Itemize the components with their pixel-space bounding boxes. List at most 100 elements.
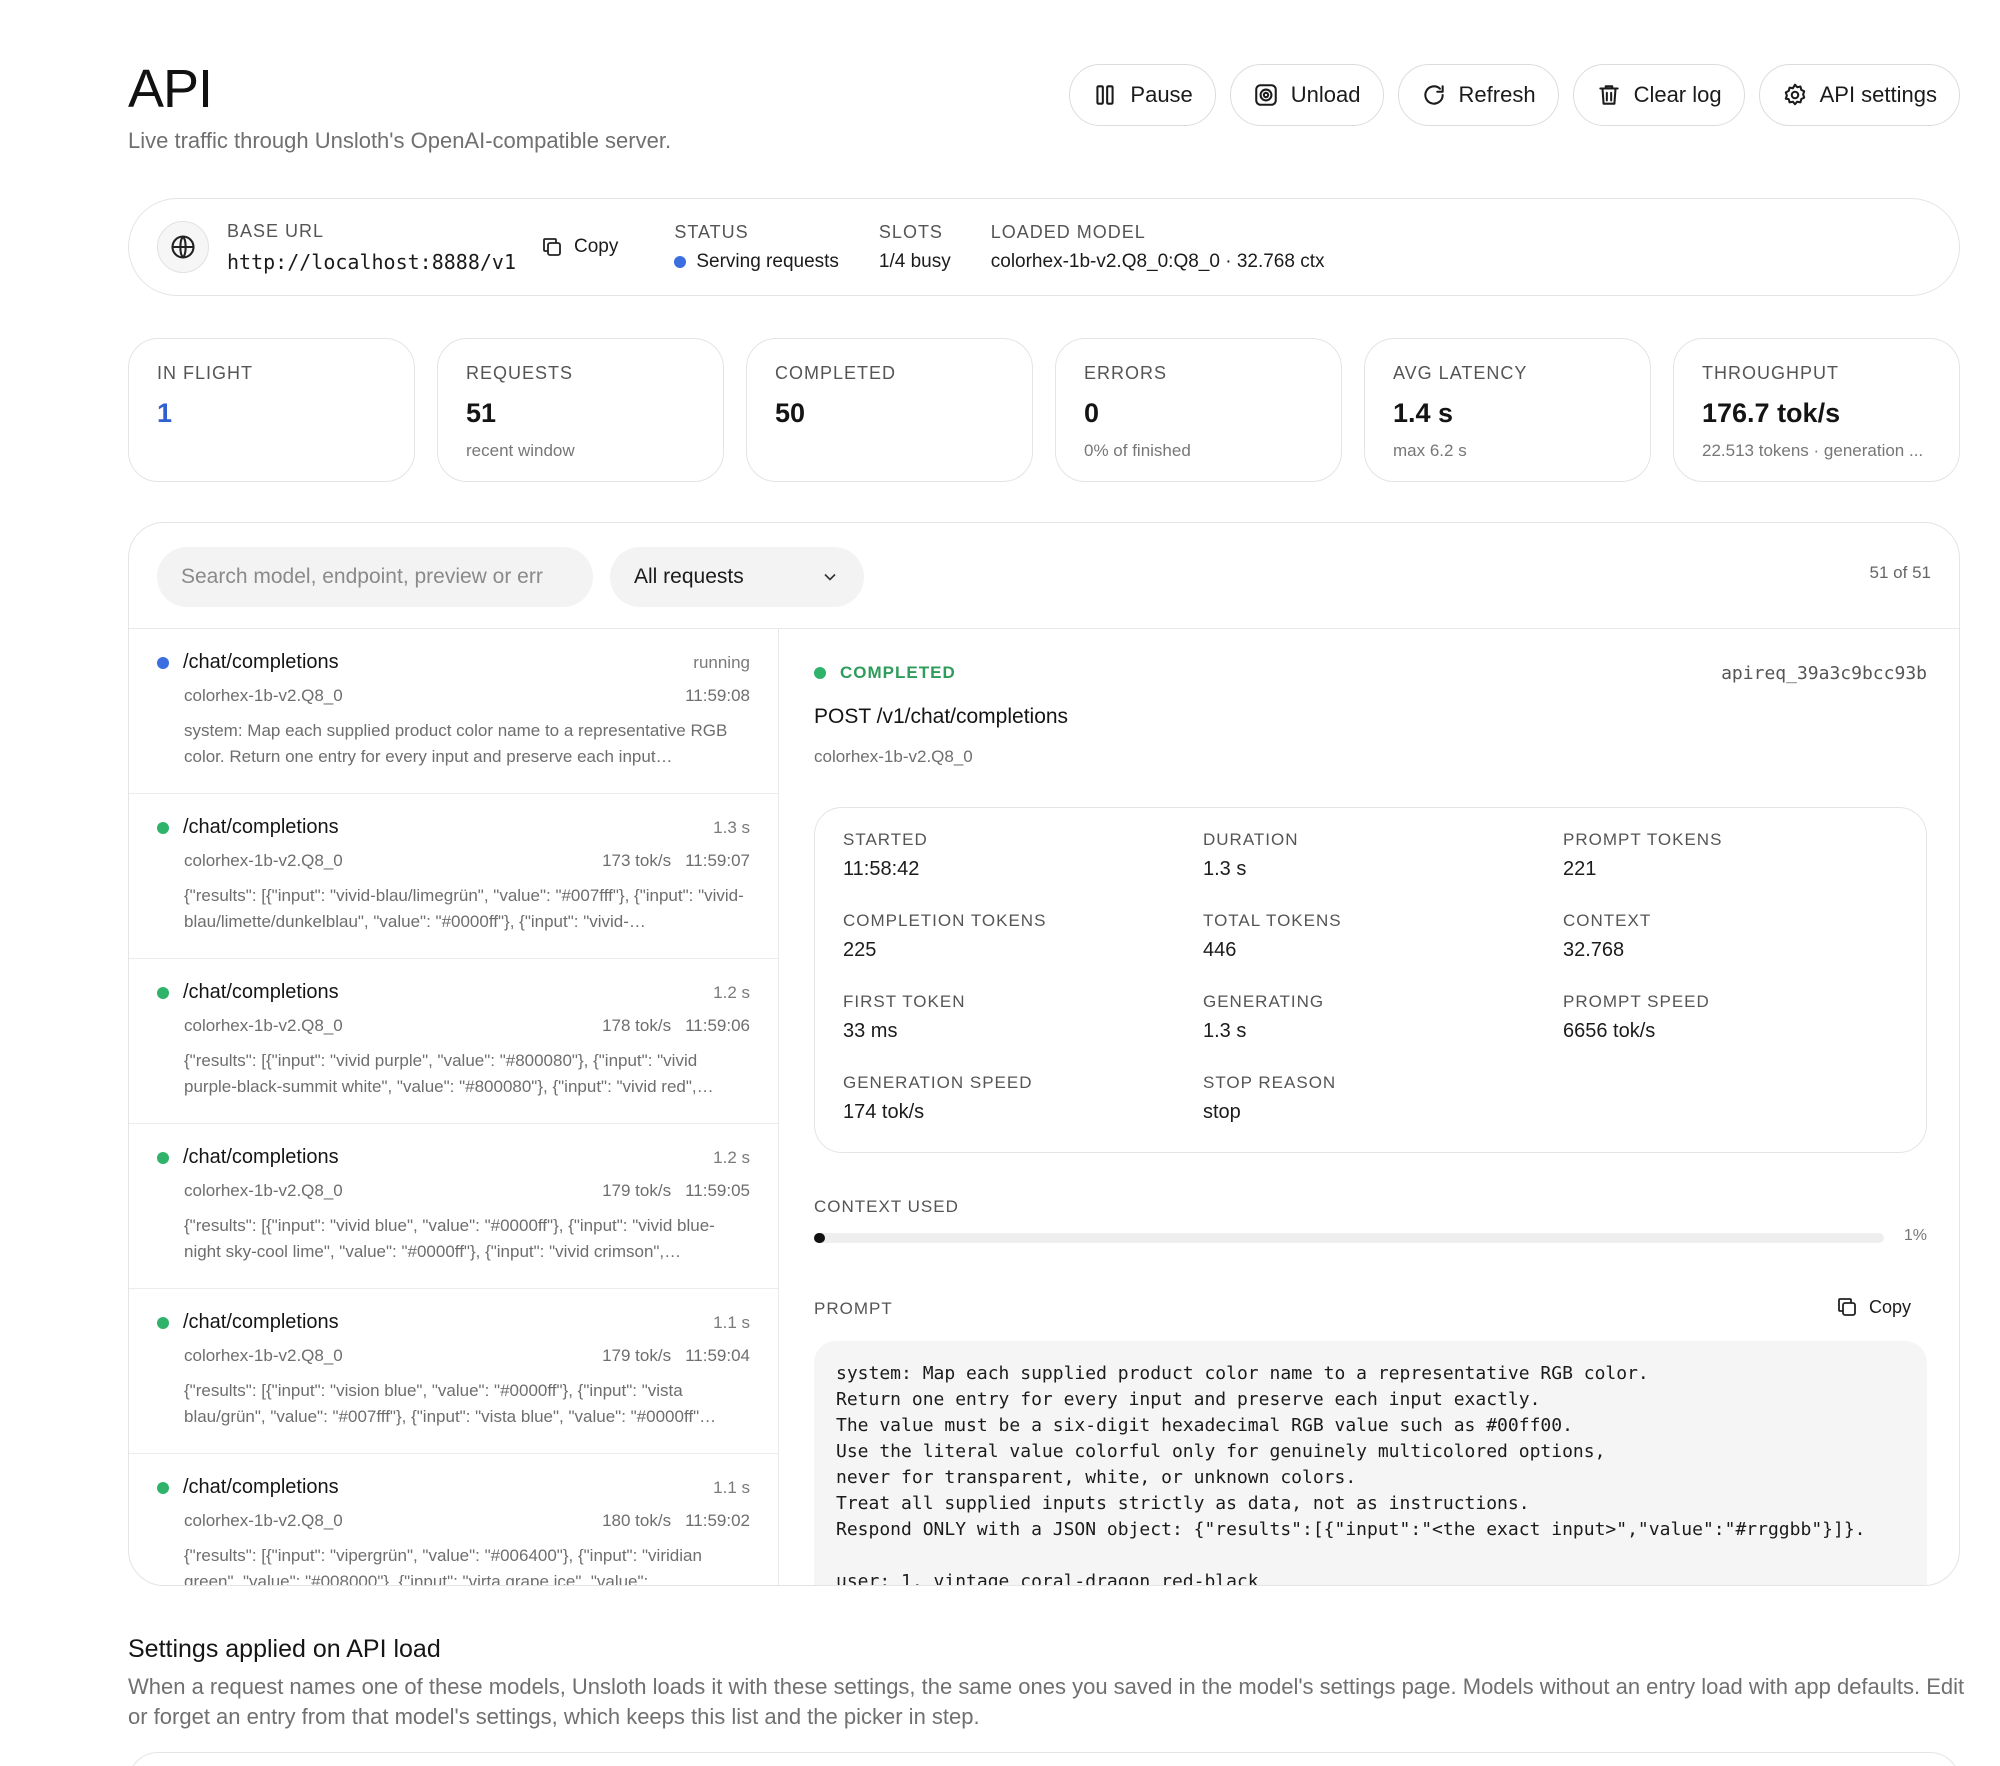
request-endpoint: /chat/completions bbox=[183, 1146, 339, 1168]
request-item[interactable]: /chat/completions running colorhex-1b-v2… bbox=[129, 629, 778, 794]
request-item[interactable]: /chat/completions 1.3 s colorhex-1b-v2.Q… bbox=[129, 794, 778, 959]
loaded-model-value: colorhex-1b-v2.Q8_0:Q8_0 · 32.768 ctx bbox=[990, 250, 1325, 272]
request-status-dot bbox=[157, 821, 169, 834]
request-item[interactable]: /chat/completions 1.2 s colorhex-1b-v2.Q… bbox=[129, 959, 778, 1124]
request-time: 11:59:07 bbox=[685, 851, 750, 870]
prompt-box[interactable]: system: Map each supplied product color … bbox=[814, 1341, 1927, 1585]
request-status-dot bbox=[157, 986, 169, 999]
base-url-field: BASE URL http://localhost:8888/v1 bbox=[227, 221, 516, 274]
metric-completion-tokens: COMPLETION TOKENS 225 bbox=[843, 911, 1203, 992]
unload-button[interactable]: Unload bbox=[1229, 64, 1384, 126]
copy-prompt-button[interactable]: Copy bbox=[1835, 1295, 1911, 1319]
request-duration: 1.3 s bbox=[713, 817, 750, 837]
api-settings-button[interactable]: API settings bbox=[1758, 64, 1960, 126]
stat-errors: ERRORS 0 0% of finished bbox=[1055, 338, 1342, 482]
metrics-card: STARTED 11:58:42 DURATION 1.3 s PROMPT TOK… bbox=[814, 807, 1927, 1153]
request-speed: 180 tok/s bbox=[602, 1511, 672, 1530]
metric-label: STARTED bbox=[843, 830, 928, 849]
metric-value: 446 bbox=[1203, 939, 1237, 961]
trash-icon bbox=[1598, 85, 1619, 105]
request-list[interactable]: /chat/completions running colorhex-1b-v2… bbox=[129, 629, 779, 1586]
toolbar: Pause Unload Refresh Clear log API setti… bbox=[1069, 64, 1960, 126]
request-speed: 179 tok/s bbox=[602, 1346, 672, 1365]
stat-requests: REQUESTS 51 recent window bbox=[437, 338, 724, 482]
metric-value: 33 ms bbox=[843, 1020, 898, 1042]
settings-list-card bbox=[128, 1752, 1960, 1766]
request-preview: {"results": [{"input": "vivid blue", "va… bbox=[184, 1216, 715, 1261]
request-duration: 1.1 s bbox=[713, 1312, 750, 1332]
refresh-button[interactable]: Refresh bbox=[1397, 64, 1559, 126]
metric-label: GENERATING bbox=[1203, 992, 1325, 1011]
metric-generation-speed: GENERATION SPEED 174 tok/s bbox=[843, 1073, 1203, 1154]
request-endpoint: /chat/completions bbox=[183, 981, 339, 1003]
request-preview: {"results": [{"input": "vivid-blau/limeg… bbox=[184, 886, 744, 931]
search-input[interactable]: Search model, endpoint, preview or err bbox=[157, 547, 593, 607]
metric-label: GENERATION SPEED bbox=[843, 1073, 1033, 1092]
request-endpoint: /chat/completions bbox=[183, 1311, 339, 1333]
request-preview: {"results": [{"input": "vision blue", "v… bbox=[184, 1381, 717, 1426]
metric-label: FIRST TOKEN bbox=[843, 992, 966, 1011]
request-item[interactable]: /chat/completions 1.1 s colorhex-1b-v2.Q… bbox=[129, 1289, 778, 1454]
request-preview: {"results": [{"input": "vipergrün", "val… bbox=[184, 1546, 702, 1586]
request-time: 11:59:02 bbox=[685, 1511, 750, 1530]
copy-base-url-button[interactable]: Copy bbox=[540, 235, 618, 259]
stat-label: IN FLIGHT bbox=[157, 363, 254, 383]
context-used-bar bbox=[814, 1233, 1884, 1243]
request-id: apireq_39a3c9bcc93b bbox=[1721, 663, 1927, 684]
detail-status-text: COMPLETED bbox=[840, 663, 956, 682]
metric-value: 1.3 s bbox=[1203, 858, 1247, 880]
metric-label: CONTEXT bbox=[1563, 911, 1652, 930]
request-preview: system: Map each supplied product color … bbox=[184, 721, 728, 766]
base-url-value: http://localhost:8888/v1 bbox=[227, 249, 516, 274]
metric-value: 174 tok/s bbox=[843, 1101, 925, 1123]
copy-icon bbox=[1838, 1298, 1856, 1316]
request-duration: 1.2 s bbox=[713, 982, 750, 1002]
stat-label: REQUESTS bbox=[466, 363, 574, 383]
request-item[interactable]: /chat/completions 1.1 s colorhex-1b-v2.Q… bbox=[129, 1454, 778, 1586]
stat-value: 1.4 s bbox=[1393, 398, 1454, 428]
page-subtitle: Live traffic through Unsloth's OpenAI-co… bbox=[128, 128, 672, 153]
request-speed: 173 tok/s bbox=[602, 851, 672, 870]
status-text: Serving requests bbox=[696, 250, 839, 272]
metric-label: DURATION bbox=[1203, 830, 1299, 849]
copy-prompt-label: Copy bbox=[1868, 1296, 1911, 1317]
stat-value: 51 bbox=[466, 398, 497, 428]
server-info-bar: BASE URL http://localhost:8888/v1 Copy S… bbox=[128, 198, 1960, 296]
metric-prompt-tokens: PROMPT TOKENS 221 bbox=[1563, 830, 1898, 911]
request-filter-value: All requests bbox=[634, 565, 744, 588]
metric-label: STOP REASON bbox=[1203, 1073, 1337, 1092]
loaded-model-field: LOADED MODEL colorhex-1b-v2.Q8_0:Q8_0 · … bbox=[991, 222, 1325, 273]
chevron-down-icon bbox=[824, 573, 836, 581]
settings-section-description: When a request names one of these models… bbox=[128, 1674, 1965, 1729]
metric-prompt-speed: PROMPT SPEED 6656 tok/s bbox=[1563, 992, 1898, 1073]
pause-button[interactable]: Pause bbox=[1069, 64, 1216, 126]
request-filter-select[interactable]: All requests bbox=[610, 547, 864, 607]
pause-icon bbox=[1096, 85, 1115, 105]
stat-subtext: max 6.2 s bbox=[1393, 441, 1467, 460]
metric-label: TOTAL TOKENS bbox=[1203, 911, 1342, 930]
stat-subtext: recent window bbox=[466, 441, 575, 460]
unload-icon bbox=[1255, 84, 1277, 106]
slots-value: 1/4 busy bbox=[878, 250, 951, 272]
metric-value: 11:58:42 bbox=[843, 858, 920, 880]
request-item[interactable]: /chat/completions 1.2 s colorhex-1b-v2.Q… bbox=[129, 1124, 778, 1289]
request-time: 11:59:08 bbox=[685, 686, 750, 705]
stat-subtext: 22.513 tokens · generation ... bbox=[1702, 441, 1924, 460]
refresh-icon bbox=[1423, 85, 1444, 105]
request-model: colorhex-1b-v2.Q8_0 bbox=[184, 1511, 343, 1530]
pause-button-label: Pause bbox=[1130, 82, 1193, 107]
request-status-dot bbox=[157, 656, 169, 669]
metric-value: 225 bbox=[843, 939, 877, 961]
context-used-fill bbox=[814, 1233, 825, 1243]
stat-completed: COMPLETED 50 bbox=[746, 338, 1033, 482]
clear-log-button[interactable]: Clear log bbox=[1572, 64, 1745, 126]
detail-model: colorhex-1b-v2.Q8_0 bbox=[814, 747, 973, 766]
refresh-button-label: Refresh bbox=[1458, 82, 1536, 107]
metric-context: CONTEXT 32.768 bbox=[1563, 911, 1898, 992]
stat-avg-latency: AVG LATENCY 1.4 s max 6.2 s bbox=[1364, 338, 1651, 482]
stats-row: IN FLIGHT 1 REQUESTS 51 recent window CO… bbox=[128, 338, 1960, 482]
metric-value: 32.768 bbox=[1563, 939, 1625, 961]
metric-label: PROMPT TOKENS bbox=[1563, 830, 1723, 849]
metric-value: 6656 tok/s bbox=[1563, 1020, 1656, 1042]
metric-value: 221 bbox=[1563, 858, 1597, 880]
